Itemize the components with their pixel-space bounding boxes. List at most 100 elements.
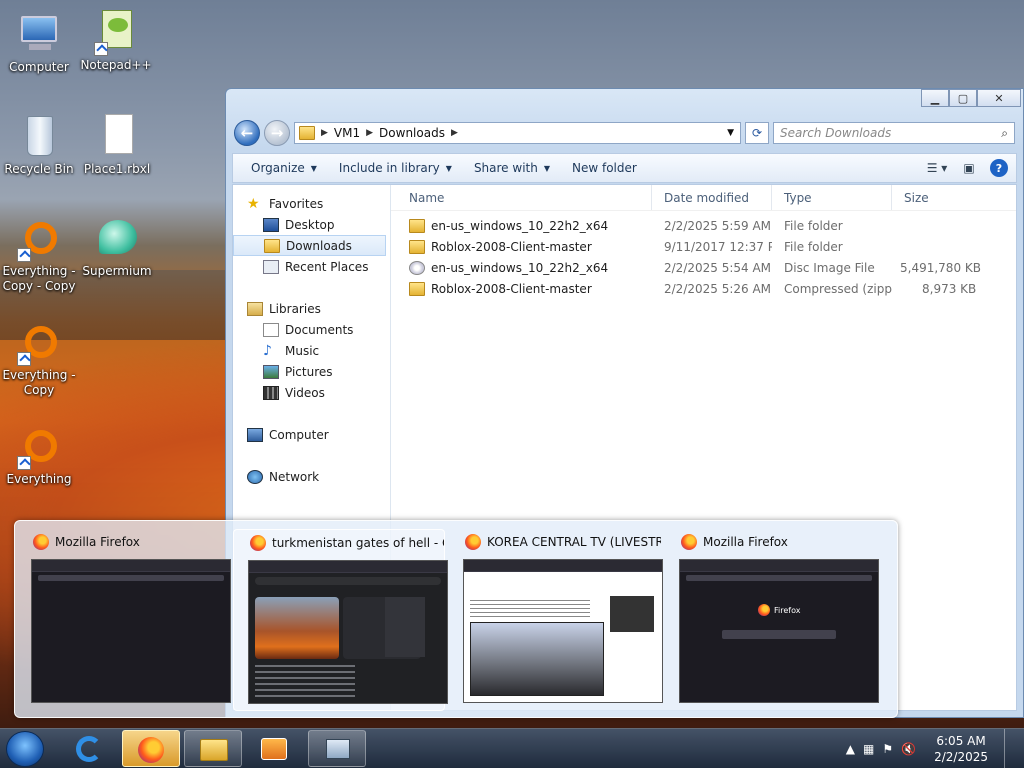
include-in-library-button[interactable]: Include in library ▼ [331,154,466,182]
share-with-button[interactable]: Share with ▼ [466,154,564,182]
view-options-icon[interactable]: ☰ ▾ [926,158,948,178]
desktop-icon-recycle-bin[interactable]: Recycle Bin [1,112,77,177]
nav-label: Favorites [269,196,324,211]
thumbnail-preview [31,559,231,703]
nav-libraries[interactable]: Libraries [233,298,390,319]
preview-pane-icon[interactable]: ▣ [958,158,980,178]
internet-explorer-icon [76,736,102,762]
forward-button[interactable]: → [264,120,290,146]
taskbar-explorer[interactable] [184,730,242,767]
nav-downloads[interactable]: Downloads [233,235,386,256]
libraries-icon [247,301,263,316]
thumbnail-title: turkmenistan gates of hell - Go... [272,536,444,550]
breadcrumb-vm1[interactable]: VM1 [334,126,360,140]
show-hidden-icons-icon[interactable]: ▲ [846,742,855,756]
file-row[interactable]: en-us_windows_10_22h2_x64 2/2/2025 5:59 … [391,215,1016,236]
taskbar-firefox[interactable] [122,730,180,767]
explorer-folder-icon [200,739,228,761]
nav-pictures[interactable]: Pictures [233,361,390,382]
column-label: Name [409,190,445,205]
file-icon [93,112,141,160]
column-name[interactable]: Name [391,185,652,210]
desktop-icon [263,217,279,232]
close-button[interactable]: ✕ [977,89,1021,107]
nav-recent-places[interactable]: Recent Places [233,256,390,277]
file-type: Disc Image File [784,260,875,275]
folder-icon [409,239,425,254]
desktop-icon-computer[interactable]: Computer [1,10,77,75]
nav-label: Music [285,343,320,358]
new-folder-button[interactable]: New folder [564,154,651,182]
desktop-icon-everything-copy-copy[interactable]: Everything - Copy - Copy [1,214,77,294]
file-name: en-us_windows_10_22h2_x64 [431,218,609,233]
help-icon[interactable]: ? [990,159,1008,177]
new-folder-label: New folder [572,161,637,175]
volume-muted-icon[interactable]: 🔇 [901,742,916,756]
network-icon [247,469,263,484]
desktop-icon-everything-copy[interactable]: Everything - Copy [1,318,77,398]
refresh-button[interactable]: ⟳ [745,122,769,144]
nav-label: Desktop [285,217,335,232]
everything-icon [15,214,63,262]
star-icon: ★ [247,195,260,212]
file-row[interactable]: en-us_windows_10_22h2_x64 2/2/2025 5:54 … [391,257,1016,278]
breadcrumb-separator-icon: ▶ [366,128,374,138]
clock[interactable]: 6:05 AM 2/2/2025 [934,733,988,765]
taskbar-internet-explorer[interactable] [60,730,118,767]
taskbar-installer[interactable] [308,730,366,767]
computer-icon [15,10,63,58]
address-bar[interactable]: ▶ VM1 ▶ Downloads ▶ ▼ [294,122,741,144]
show-desktop-button[interactable] [1004,729,1016,768]
nav-label: Documents [285,322,354,337]
desktop-icon-supermium[interactable]: Supermium [79,214,155,279]
thumbnail-window-3[interactable]: KOREA CENTRAL TV (LIVESTRE... [449,529,663,711]
action-center-flag-icon[interactable]: ⚑ [882,742,893,756]
column-date[interactable]: Date modified [652,185,772,210]
thumbnail-window-1[interactable]: Mozilla Firefox [17,529,231,711]
file-rows: en-us_windows_10_22h2_x64 2/2/2025 5:59 … [391,211,1016,299]
organize-button[interactable]: Organize ▼ [243,154,331,182]
back-button[interactable]: ← [234,120,260,146]
nav-computer[interactable]: Computer [233,424,390,445]
clock-date: 2/2/2025 [934,750,988,764]
taskbar-media-player[interactable] [246,730,304,767]
breadcrumb-downloads[interactable]: Downloads [379,126,445,140]
caption-buttons: ▁ ▢ ✕ [921,89,1021,107]
address-dropdown-icon[interactable]: ▼ [721,128,740,138]
file-size: 5,491,780 KB [900,260,981,275]
start-button[interactable] [6,731,44,767]
file-row[interactable]: Roblox-2008-Client-master 2/2/2025 5:26 … [391,278,1016,299]
nav-music[interactable]: ♪ Music [233,340,390,361]
desktop-icon-place1[interactable]: Place1.rbxl [79,112,155,177]
address-row: ← → ▶ VM1 ▶ Downloads ▶ ▼ ⟳ Search Downl… [234,119,1015,147]
organize-label: Organize [251,161,305,175]
desktop-icon-notepadpp[interactable]: Notepad++ [78,8,154,73]
nav-network[interactable]: Network [233,466,390,487]
search-input[interactable]: Search Downloads ⌕ [773,122,1015,144]
nav-desktop[interactable]: Desktop [233,214,390,235]
nav-favorites[interactable]: ★ Favorites [233,193,390,214]
chevron-down-icon: ▼ [310,163,317,173]
network-tray-icon[interactable]: ▦ [863,742,874,756]
nav-videos[interactable]: Videos [233,382,390,403]
firefox-icon [465,534,481,550]
column-type[interactable]: Type [772,185,892,210]
thumbnail-title: Mozilla Firefox [703,535,788,549]
everything-icon [15,422,63,470]
clock-time: 6:05 AM [936,734,986,748]
nav-label: Libraries [269,301,321,316]
file-row[interactable]: Roblox-2008-Client-master 9/11/2017 12:3… [391,236,1016,257]
column-size[interactable]: Size [892,185,997,210]
maximize-button[interactable]: ▢ [949,89,977,107]
nav-label: Network [269,469,320,484]
minimize-button[interactable]: ▁ [921,89,949,107]
thumbnail-window-4[interactable]: Mozilla Firefox Firefox [665,529,879,711]
desktop-icon-everything[interactable]: Everything [1,422,77,487]
desktop-icon-label: Supermium [82,264,152,278]
file-size: 8,973 KB [922,281,977,296]
thumbnail-window-2[interactable]: turkmenistan gates of hell - Go... [233,529,448,711]
share-label: Share with [473,161,538,175]
nav-documents[interactable]: Documents [233,319,390,340]
media-player-icon [261,738,287,760]
thumbnail-preview: Firefox [679,559,879,703]
